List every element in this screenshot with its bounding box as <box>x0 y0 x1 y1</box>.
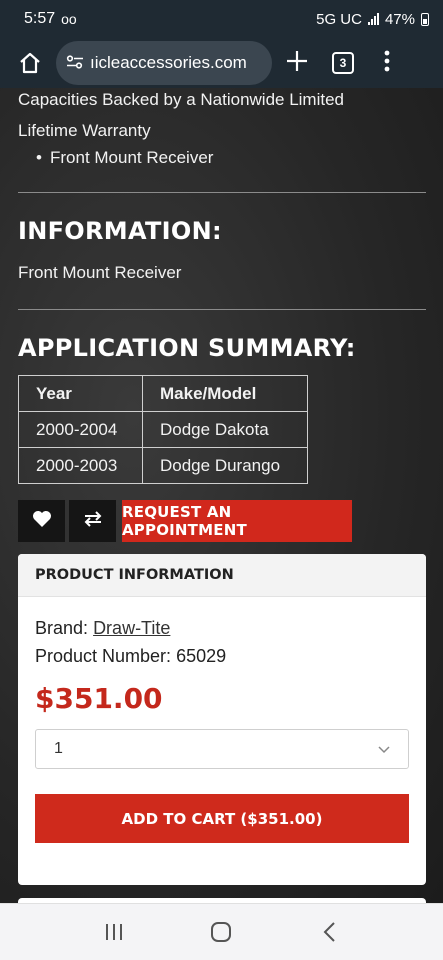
back-icon[interactable] <box>309 912 349 952</box>
heart-icon <box>32 510 52 533</box>
battery-icon <box>421 12 429 26</box>
status-time: 5:57 <box>24 10 56 27</box>
system-nav-bar <box>0 903 443 960</box>
divider <box>18 309 426 310</box>
product-info-header: PRODUCT INFORMATION <box>18 554 426 597</box>
brand-label: Brand: <box>35 618 89 638</box>
table-header-row: Year Make/Model <box>18 375 308 412</box>
table-row: 2000-2003 Dodge Durango <box>18 447 308 484</box>
home-nav-icon[interactable] <box>201 912 241 952</box>
brand-link[interactable]: Draw-Tite <box>93 618 170 638</box>
product-number-value: 65029 <box>176 646 227 666</box>
status-right: 5G UC 47% <box>316 11 429 28</box>
quantity-select[interactable]: 1 <box>35 729 409 769</box>
tab-switcher-button[interactable]: 3 <box>332 52 354 74</box>
compare-button[interactable] <box>69 500 116 542</box>
browser-toolbar: ıicleaccessories.com 3 <box>0 38 443 88</box>
battery-percent: 47% <box>384 10 415 28</box>
site-settings-icon[interactable] <box>66 54 84 72</box>
network-label: 5G UC <box>316 10 362 28</box>
feature-bullet: Front Mount Receiver <box>36 144 213 171</box>
features-text-partial: Capacities Backed by a Nationwide Limite… <box>18 90 345 109</box>
table-cell: Dodge Dakota <box>142 411 308 448</box>
chevron-down-icon <box>378 741 390 757</box>
notification-icon: oo <box>61 11 77 27</box>
column-header-make-model: Make/Model <box>142 375 308 412</box>
product-number-label: Product Number: <box>35 646 172 666</box>
wishlist-button[interactable] <box>18 500 65 542</box>
information-text: Front Mount Receiver <box>18 263 182 282</box>
request-appointment-button[interactable]: REQUEST AN APPOINTMENT <box>122 500 352 542</box>
url-text: ıicleaccessories.com <box>90 53 247 72</box>
more-vert-icon[interactable] <box>384 50 390 76</box>
address-bar[interactable]: ıicleaccessories.com <box>56 41 272 85</box>
quantity-value: 1 <box>54 740 63 757</box>
recent-apps-icon[interactable] <box>94 912 134 952</box>
table-cell: Dodge Durango <box>142 447 308 484</box>
column-header-year: Year <box>18 375 143 412</box>
table-cell: 2000-2004 <box>18 411 143 448</box>
information-heading: INFORMATION: <box>18 217 222 245</box>
status-bar: 5:57 oo 5G UC 47% <box>0 0 443 38</box>
product-info-card: PRODUCT INFORMATION Brand: Draw-Tite Pro… <box>18 554 426 885</box>
application-summary-heading: APPLICATION SUMMARY: <box>18 334 356 362</box>
divider <box>18 192 426 193</box>
compare-icon <box>83 510 103 532</box>
signal-icon <box>367 13 379 25</box>
application-table: Year Make/Model 2000-2004 Dodge Dakota 2… <box>18 375 308 484</box>
new-tab-icon[interactable] <box>286 47 308 79</box>
table-cell: 2000-2003 <box>18 447 143 484</box>
warranty-text: Lifetime Warranty <box>18 121 151 140</box>
product-number-line: Product Number: 65029 <box>35 646 226 667</box>
home-icon[interactable] <box>14 47 46 79</box>
add-to-cart-button[interactable]: ADD TO CART ($351.00) <box>35 794 409 843</box>
table-row: 2000-2004 Dodge Dakota <box>18 411 308 448</box>
action-buttons: REQUEST AN APPOINTMENT <box>18 500 352 542</box>
page-content: Capacities Backed by a Nationwide Limite… <box>0 88 443 903</box>
product-price: $351.00 <box>35 682 163 715</box>
brand-line: Brand: Draw-Tite <box>35 618 170 639</box>
